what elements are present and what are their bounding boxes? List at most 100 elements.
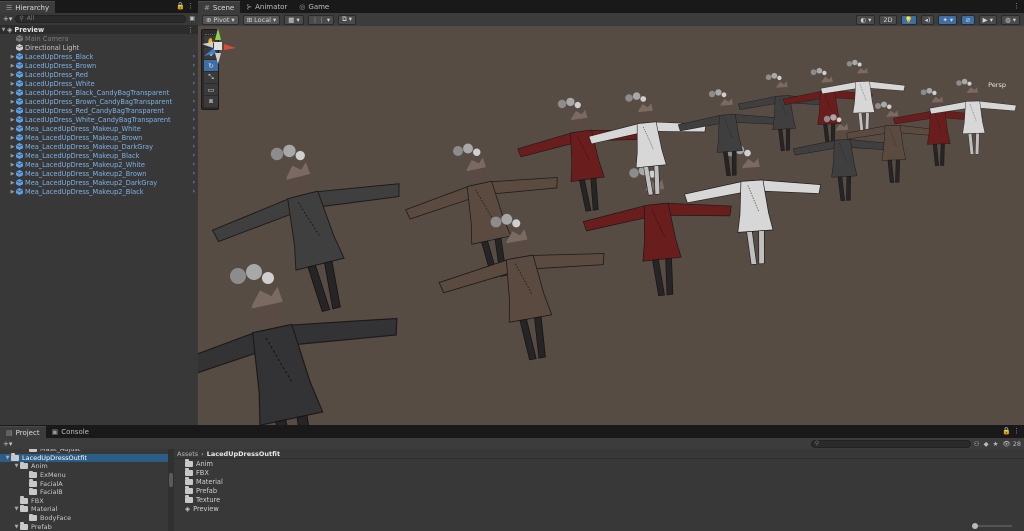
hierarchy-item[interactable]: ▶ LacedUpDress_Red_CandyBagTransparent › — [0, 106, 198, 115]
expand-arrow-icon[interactable]: ▶ — [9, 180, 16, 186]
tab-game[interactable]: ◎ Game — [293, 1, 335, 13]
search-by-label-icon[interactable]: ◆ — [984, 440, 989, 448]
avatar-figure[interactable] — [677, 95, 781, 179]
hierarchy-item[interactable]: ▶ LacedUpDress_White_CandyBagTransparent › — [0, 115, 198, 124]
folder-tree-item[interactable]: FBX — [0, 496, 168, 506]
hierarchy-item[interactable]: ▶ Mea_LacedUpDress_Makeup2_Brown › — [0, 169, 198, 178]
expand-arrow-icon[interactable]: ▶ — [9, 171, 16, 177]
expand-arrow-icon[interactable]: ▼ — [13, 506, 20, 512]
asset-item[interactable]: ◈ Preview — [174, 504, 1024, 513]
expand-arrow-icon[interactable]: ▼ — [4, 455, 11, 461]
expand-arrow-icon[interactable]: ▶ — [9, 54, 16, 60]
expand-arrow-icon[interactable]: ▶ — [9, 135, 16, 141]
open-prefab-chevron-icon[interactable]: › — [193, 134, 195, 141]
expand-arrow-icon[interactable]: ▶ — [9, 126, 16, 132]
gizmo-x-axis[interactable] — [224, 44, 236, 50]
folder-tree-item[interactable]: ExMenu — [0, 470, 168, 480]
folder-tree-item[interactable]: ▼ Prefab — [0, 522, 168, 531]
folder-tree-item[interactable]: FacialB — [0, 487, 168, 497]
expand-arrow-icon[interactable]: ▶ — [9, 162, 16, 168]
space-dropdown[interactable]: ⊞ Local ▾ — [242, 14, 281, 25]
tab-console[interactable]: ▣ Console — [46, 426, 95, 438]
icon-size-slider[interactable] — [972, 523, 1012, 529]
gizmo-center[interactable] — [214, 42, 222, 50]
open-prefab-chevron-icon[interactable]: › — [193, 116, 195, 123]
scene-menu-icon[interactable]: ⋮ — [187, 26, 194, 34]
hierarchy-search-input[interactable]: ⚲ All — [15, 14, 187, 23]
hierarchy-item[interactable]: ▶ LacedUpDress_Brown_CandyBagTransparent › — [0, 97, 198, 106]
project-search-input[interactable]: ⚲ — [810, 439, 971, 448]
orientation-gizmo[interactable] — [198, 26, 238, 66]
open-prefab-chevron-icon[interactable]: › — [193, 107, 195, 114]
projection-label[interactable]: Persp — [988, 81, 1006, 89]
avatar-figure[interactable] — [586, 98, 713, 201]
create-dropdown[interactable]: +▾ — [3, 15, 12, 23]
tab-scene[interactable]: # Scene — [198, 1, 241, 13]
hierarchy-item[interactable]: Directional Light — [0, 43, 198, 52]
expand-arrow-icon[interactable]: ▶ — [9, 63, 16, 69]
folder-tree-item[interactable]: ▼ Anim — [0, 461, 168, 471]
gizmo-neg-y-axis[interactable] — [215, 53, 221, 64]
scene-render[interactable] — [198, 26, 1024, 425]
hierarchy-item[interactable]: ▶ Mea_LacedUpDress_Makeup2_DarkGray › — [0, 178, 198, 187]
tab-animator[interactable]: ⊱ Animator — [240, 1, 293, 13]
open-prefab-chevron-icon[interactable]: › — [193, 170, 195, 177]
pivot-dropdown[interactable]: ⊕ Pivot ▾ — [202, 14, 239, 25]
hierarchy-item[interactable]: ▶ Mea_LacedUpDress_Makeup_DarkGray › — [0, 142, 198, 151]
expand-arrow-icon[interactable]: ▶ — [9, 144, 16, 150]
create-asset-dropdown[interactable]: +▾ — [3, 440, 12, 448]
expand-arrow-icon[interactable]: ▶ — [9, 90, 16, 96]
open-prefab-chevron-icon[interactable]: › — [193, 188, 195, 195]
project-menu-icon[interactable]: 🔒 ⋮ — [1002, 427, 1020, 435]
hierarchy-item[interactable]: ▶ Mea_LacedUpDress_Makeup_White › — [0, 124, 198, 133]
open-prefab-chevron-icon[interactable]: › — [193, 143, 195, 150]
filter-icon[interactable]: ▣ — [189, 15, 195, 22]
breadcrumb-current[interactable]: LacedUpDressOutfit — [207, 450, 280, 458]
open-prefab-chevron-icon[interactable]: › — [193, 152, 195, 159]
expand-arrow-icon[interactable]: ▼ — [13, 463, 20, 469]
lighting-toggle[interactable]: 💡 — [900, 14, 917, 25]
avatar-figure[interactable] — [433, 216, 620, 373]
breadcrumb-assets[interactable]: Assets — [177, 450, 198, 458]
asset-item[interactable]: Texture — [174, 495, 1024, 504]
gizmo-neg-x-axis[interactable] — [202, 42, 213, 48]
expand-arrow-icon[interactable]: ▶ — [9, 189, 16, 195]
expand-arrow-icon[interactable]: ▶ — [9, 81, 16, 87]
hierarchy-item[interactable]: ▶ Mea_LacedUpDress_Makeup_Brown › — [0, 133, 198, 142]
folder-tree-item[interactable]: FacialA — [0, 479, 168, 488]
gizmo-y-axis[interactable] — [215, 28, 221, 40]
asset-item[interactable]: Prefab — [174, 486, 1024, 495]
hierarchy-item[interactable]: ▶ Mea_LacedUpDress_Makeup2_Black › — [0, 187, 198, 196]
scene-root[interactable]: ▼ ◈ Preview ⋮ — [0, 25, 198, 34]
open-prefab-chevron-icon[interactable]: › — [193, 80, 195, 87]
open-prefab-chevron-icon[interactable]: › — [193, 89, 195, 96]
expand-arrow-icon[interactable]: ▶ — [9, 117, 16, 123]
scene-viewport[interactable]: ✋ ✥ ↻ ⤡ ▭ ⧈ Persp — [198, 26, 1024, 425]
expand-arrow-icon[interactable]: ▼ — [0, 27, 7, 33]
slider-knob[interactable] — [972, 523, 978, 529]
increment-snap-button[interactable]: ⧉ ▾ — [338, 14, 357, 25]
hidden-packages-icon[interactable]: 👁 28 — [1002, 440, 1021, 448]
rect-tool[interactable]: ▭ — [204, 84, 218, 95]
hidden-objects-toggle[interactable]: ⊘ — [961, 14, 975, 25]
camera-settings-dropdown[interactable]: ▶ ▾ — [978, 14, 997, 25]
avatar-figure[interactable] — [198, 264, 425, 425]
audio-toggle[interactable]: ◂) — [920, 14, 935, 25]
search-by-type-icon[interactable]: ⚇ — [974, 440, 980, 448]
open-prefab-chevron-icon[interactable]: › — [193, 161, 195, 168]
folder-tree-item[interactable]: ▼ Material — [0, 504, 168, 514]
2d-toggle[interactable]: 2D — [879, 14, 897, 25]
hierarchy-item[interactable]: Main Camera — [0, 34, 198, 43]
open-prefab-chevron-icon[interactable]: › — [193, 53, 195, 60]
expand-arrow-icon[interactable]: ▶ — [9, 72, 16, 78]
scrollbar-thumb[interactable] — [169, 473, 173, 487]
hierarchy-item[interactable]: ▶ LacedUpDress_White › — [0, 79, 198, 88]
scene-menu-icon[interactable]: ⋮ — [1013, 2, 1020, 10]
hierarchy-item[interactable]: ▶ Mea_LacedUpDress_Makeup_Black › — [0, 151, 198, 160]
folder-tree-item[interactable]: BodyFace — [0, 513, 168, 523]
avatar-figure[interactable] — [202, 142, 424, 333]
avatar-figure[interactable] — [514, 102, 657, 220]
tab-project[interactable]: ▤ Project — [0, 426, 46, 438]
open-prefab-chevron-icon[interactable]: › — [193, 125, 195, 132]
expand-arrow-icon[interactable]: ▶ — [9, 153, 16, 159]
